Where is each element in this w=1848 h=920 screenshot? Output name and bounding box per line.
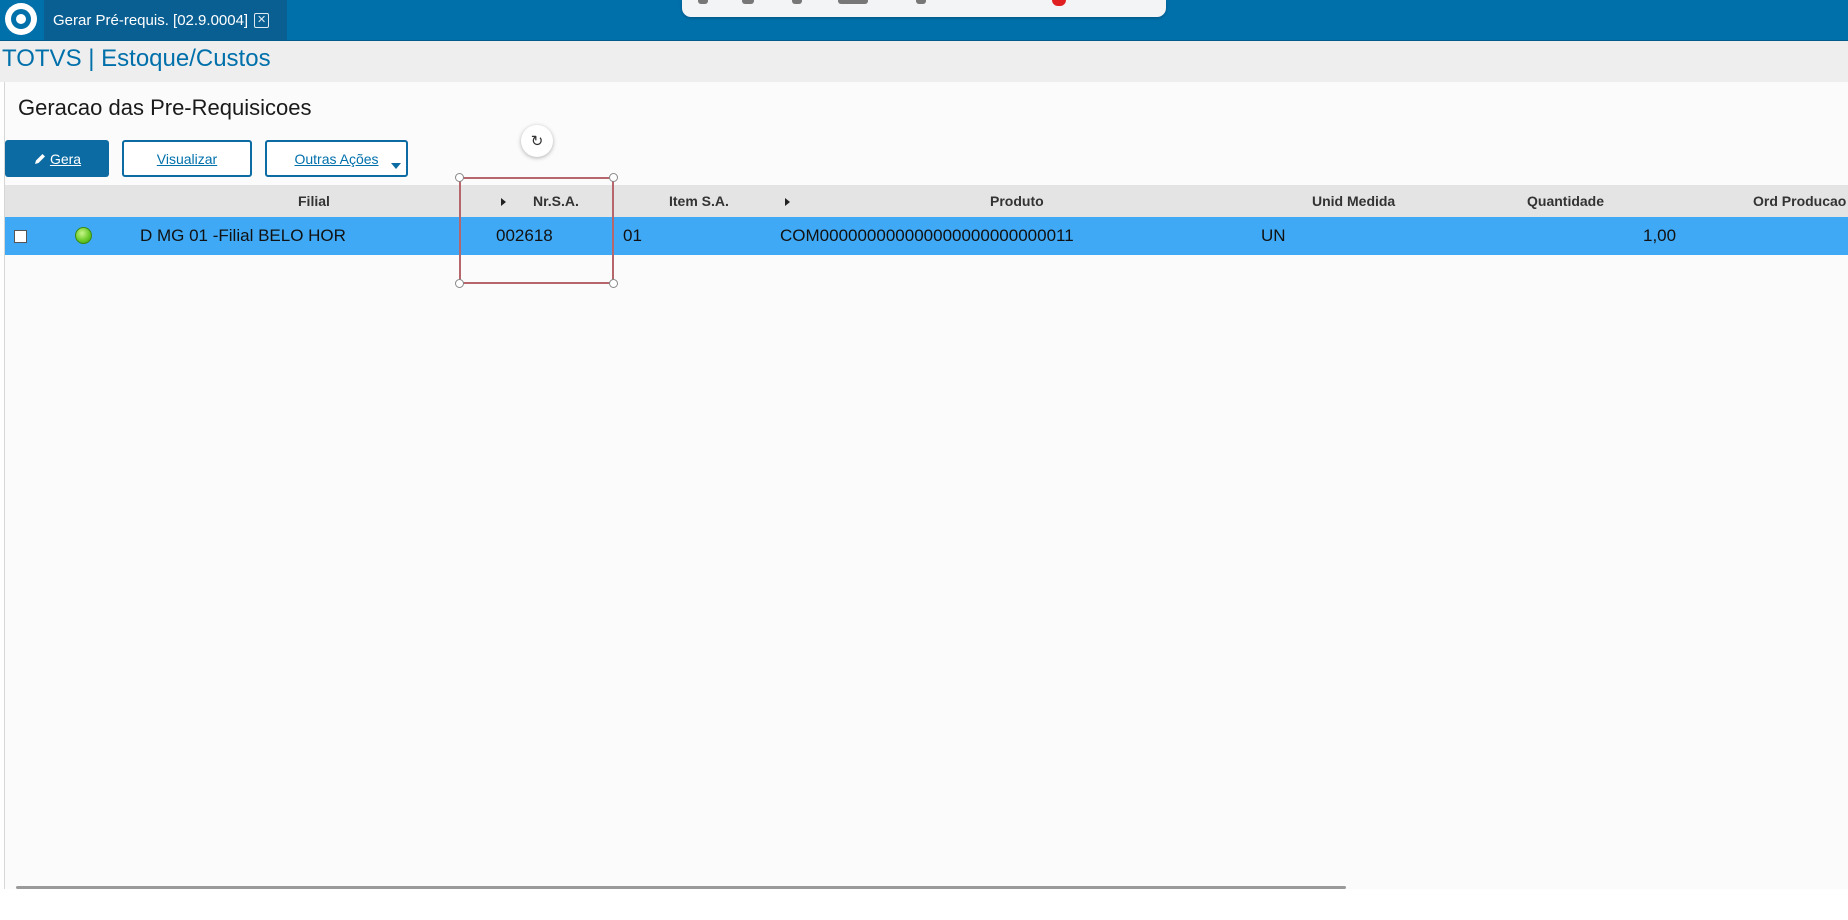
column-header-produto[interactable]: Produto bbox=[990, 185, 1044, 217]
visualizar-button-label: Visualizar bbox=[156, 150, 218, 167]
column-header-filial[interactable]: Filial bbox=[298, 185, 330, 217]
column-header-unid-medida[interactable]: Unid Medida bbox=[1312, 185, 1395, 217]
status-led-icon bbox=[75, 227, 92, 244]
pencil-icon bbox=[34, 153, 45, 164]
gera-button-label: Gera bbox=[49, 150, 82, 167]
totvs-logo-icon[interactable] bbox=[5, 3, 37, 35]
resize-handle[interactable] bbox=[609, 173, 618, 182]
toolbar-icon[interactable] bbox=[698, 0, 708, 4]
table-row[interactable]: D MG 01 -Filial BELO HOR 002618 01 COM00… bbox=[5, 217, 1848, 255]
visualizar-button[interactable]: Visualizar bbox=[122, 140, 252, 177]
checkbox-icon[interactable] bbox=[14, 230, 27, 243]
dropdown-caret-icon bbox=[391, 163, 401, 169]
module-bar: TOTVS | Estoque/Custos bbox=[0, 41, 1848, 82]
page-title: Geracao das Pre-Requisicoes bbox=[18, 95, 312, 120]
floating-toolbar bbox=[682, 0, 1166, 17]
grid-header: Filial Nr.S.A. Item S.A. Produto Unid Me… bbox=[5, 185, 1848, 217]
resize-handle[interactable] bbox=[455, 173, 464, 182]
toolbar-icon[interactable] bbox=[916, 0, 926, 4]
cell-item-sa: 01 bbox=[623, 226, 642, 245]
tab-title: Gerar Pré-requis. [02.9.0004] bbox=[53, 11, 249, 29]
record-icon[interactable] bbox=[1052, 0, 1066, 6]
gera-button[interactable]: Gera bbox=[5, 140, 109, 177]
module-title: TOTVS | Estoque/Custos bbox=[2, 45, 271, 72]
outras-acoes-button[interactable]: Outras Ações bbox=[265, 140, 408, 177]
bottom-strip bbox=[0, 889, 1848, 920]
close-icon[interactable]: ✕ bbox=[254, 12, 270, 28]
cell-quantidade: 1,00 bbox=[1643, 226, 1677, 245]
top-bar: Gerar Pré-requis. [02.9.0004] ✕ bbox=[0, 0, 1848, 41]
resize-handle[interactable] bbox=[455, 279, 464, 288]
resize-handle[interactable] bbox=[609, 279, 618, 288]
cell-unid-medida: UN bbox=[1261, 226, 1286, 245]
cell-filial: D MG 01 -Filial BELO HOR bbox=[140, 226, 346, 245]
toolbar-icon[interactable] bbox=[838, 0, 868, 4]
column-header-quantidade[interactable]: Quantidade bbox=[1527, 185, 1604, 217]
column-header-item-sa[interactable]: Item S.A. bbox=[669, 185, 729, 217]
rotate-help-icon[interactable]: ↻ bbox=[521, 125, 553, 157]
sort-arrow-icon[interactable] bbox=[785, 198, 790, 206]
cell-produto: COM000000000000000000000000011 bbox=[780, 226, 1074, 245]
toolbar-icon[interactable] bbox=[792, 0, 802, 4]
main-content: Geracao das Pre-Requisicoes ↻ Gera Visua… bbox=[4, 82, 1848, 889]
tab-gerar-pre-requis[interactable]: Gerar Pré-requis. [02.9.0004] ✕ bbox=[44, 0, 287, 40]
toolbar-icon[interactable] bbox=[742, 0, 754, 4]
outras-acoes-button-label: Outras Ações bbox=[294, 150, 379, 167]
column-header-ord-producao[interactable]: Ord Producao bbox=[1753, 185, 1846, 217]
selection-box bbox=[455, 173, 618, 288]
